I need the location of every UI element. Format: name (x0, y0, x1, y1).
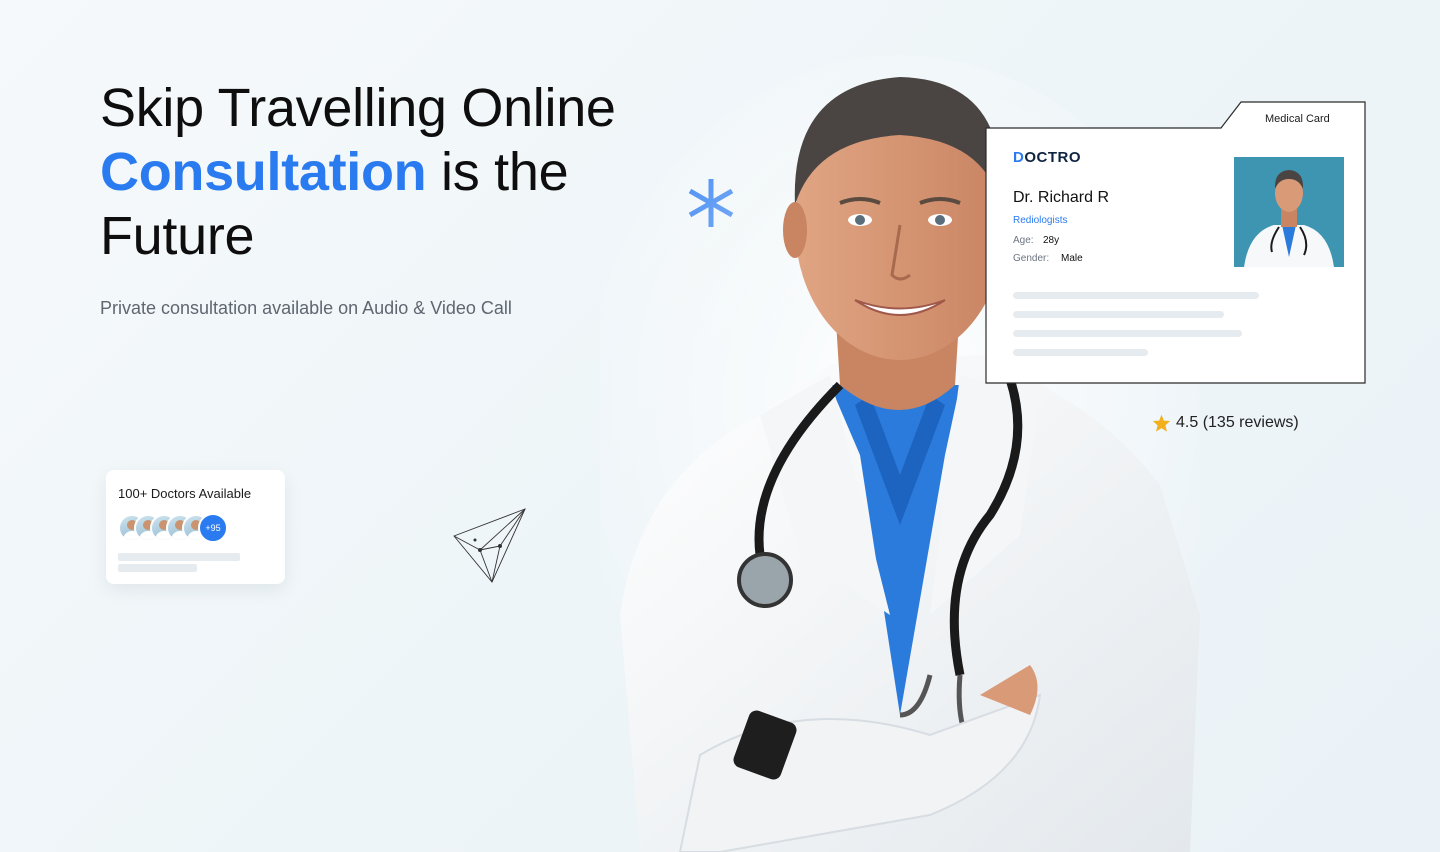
hero-subtitle: Private consultation available on Audio … (100, 298, 512, 318)
rating: 4.5 (135 reviews) (1152, 414, 1299, 432)
hero-title-line3: Future (100, 206, 255, 266)
doctor-avatar-group[interactable]: +95 (118, 513, 273, 543)
placeholder-line (1013, 311, 1224, 318)
placeholder-line (118, 564, 197, 572)
hero-title-rest: is the (426, 142, 569, 202)
hero-title-accent: Consultation (100, 142, 427, 202)
doctro-logo: DOCTRO (1013, 149, 1082, 166)
placeholder-line (118, 553, 240, 561)
placeholder-line (1013, 330, 1242, 337)
age-row: Age: 28y (1013, 235, 1059, 246)
doctor-name: Dr. Richard R (1013, 189, 1110, 206)
doctors-available-label: 100+ Doctors Available (118, 486, 252, 501)
gender-label: Gender: (1013, 253, 1050, 264)
medical-card[interactable]: Medical Card DOCTRO Dr. Richard R Rediol… (985, 101, 1367, 385)
hero-title-line1: Skip Travelling Online (100, 78, 616, 138)
age-value: 28y (1043, 235, 1060, 246)
medical-card-tab-label: Medical Card (1265, 113, 1330, 125)
gender-row: Gender: Male (1013, 253, 1083, 264)
gender-value: Male (1061, 253, 1083, 264)
star-icon (1152, 414, 1171, 432)
doctors-available-card[interactable]: 100+ Doctors Available +95 (106, 470, 285, 584)
more-doctors-badge[interactable]: +95 (198, 513, 228, 543)
rating-text: 4.5 (135 reviews) (1176, 414, 1299, 431)
placeholder-line (1013, 292, 1259, 299)
hero-title: Skip Travelling Online Consultation is t… (100, 76, 660, 268)
paper-plane-icon (453, 508, 526, 583)
age-label: Age: (1013, 235, 1034, 246)
doctor-photo (1234, 157, 1344, 267)
doctor-specialty: Rediologists (1013, 215, 1068, 226)
placeholder-line (1013, 349, 1148, 356)
